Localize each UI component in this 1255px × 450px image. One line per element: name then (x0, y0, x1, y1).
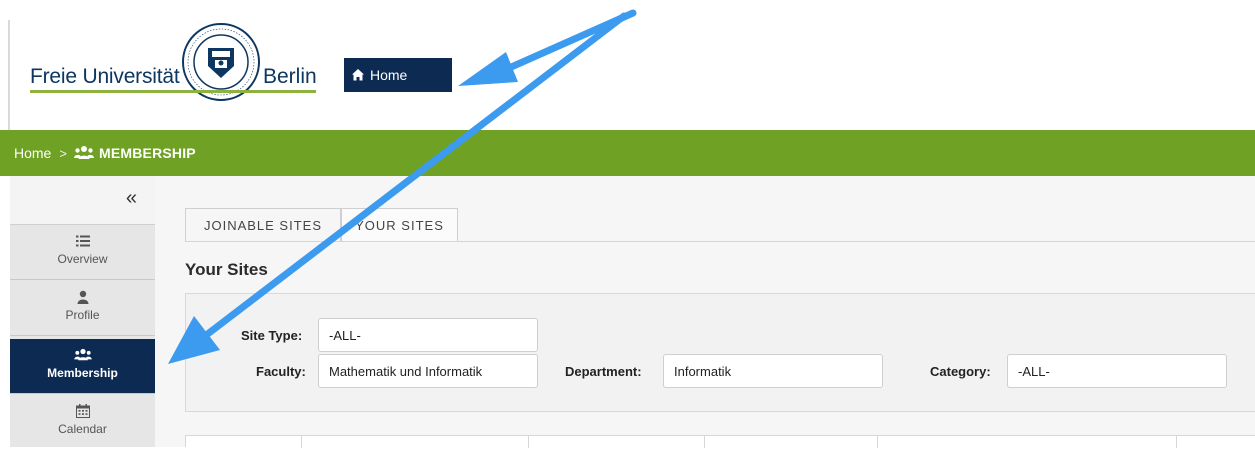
breadcrumb: Home > MEMBERSHIP (0, 130, 1255, 176)
sidebar-item-label: Calendar (58, 422, 107, 436)
breadcrumb-home-link[interactable]: Home (14, 145, 51, 161)
tab-your-sites[interactable]: YOUR SITES (341, 208, 458, 242)
tab-divider (185, 241, 1255, 242)
table-column-divider (301, 436, 302, 448)
site-type-label: Site Type: (241, 328, 303, 343)
department-label: Department: (565, 364, 642, 379)
faculty-label: Faculty: (256, 364, 306, 379)
logo-text-left: Freie Universität (30, 65, 180, 88)
table-column-divider (704, 436, 705, 448)
tab-joinable-sites[interactable]: JOINABLE SITES (185, 208, 341, 242)
page-title: Your Sites (185, 260, 268, 279)
sidebar-item-profile[interactable]: Profile (10, 281, 155, 336)
sidebar-item-overview[interactable]: Overview (10, 225, 155, 280)
department-field[interactable]: Informatik (663, 354, 883, 388)
site-header: Freie Universität Berlin Home (0, 0, 1255, 130)
sidebar-item-calendar[interactable]: Calendar (10, 395, 155, 450)
home-nav-button[interactable]: Home (344, 58, 452, 92)
site-tabs: JOINABLE SITES YOUR SITES (185, 208, 458, 242)
category-label: Category: (930, 364, 991, 379)
user-icon (77, 290, 88, 304)
category-field[interactable]: -ALL- (1007, 354, 1227, 388)
sidebar-item-membership[interactable]: Membership (10, 339, 155, 394)
users-icon (73, 146, 94, 159)
tool-sidebar: « Overview Profile Membership Calendar (10, 176, 155, 447)
faculty-field[interactable]: Mathematik und Informatik (318, 354, 538, 388)
filter-panel: Site Type: -ALL- Faculty: Mathematik und… (185, 293, 1255, 412)
users-icon (73, 348, 92, 361)
main-content: JOINABLE SITES YOUR SITES Your Sites Sit… (155, 176, 1255, 448)
collapse-sidebar-button[interactable]: « (10, 176, 155, 225)
frame-border (8, 20, 10, 130)
home-nav-label: Home (370, 67, 408, 83)
logo-text-right: Berlin (263, 65, 317, 88)
double-chevron-left-icon: « (125, 187, 137, 209)
breadcrumb-separator: > (59, 145, 67, 161)
logo-underline (30, 90, 316, 93)
sidebar-item-label: Overview (57, 252, 108, 266)
table-column-divider (528, 436, 529, 448)
calendar-icon (75, 404, 90, 418)
university-logo[interactable]: Freie Universität Berlin (30, 23, 320, 108)
table-column-divider (1176, 436, 1177, 448)
sidebar-item-label: Profile (65, 308, 100, 322)
list-icon (75, 235, 90, 247)
breadcrumb-current-page: MEMBERSHIP (98, 145, 196, 161)
sites-table-header (185, 435, 1255, 448)
sidebar-item-label: Membership (47, 366, 118, 380)
home-icon (352, 69, 364, 81)
table-column-divider (877, 436, 878, 448)
site-type-field[interactable]: -ALL- (318, 318, 538, 352)
